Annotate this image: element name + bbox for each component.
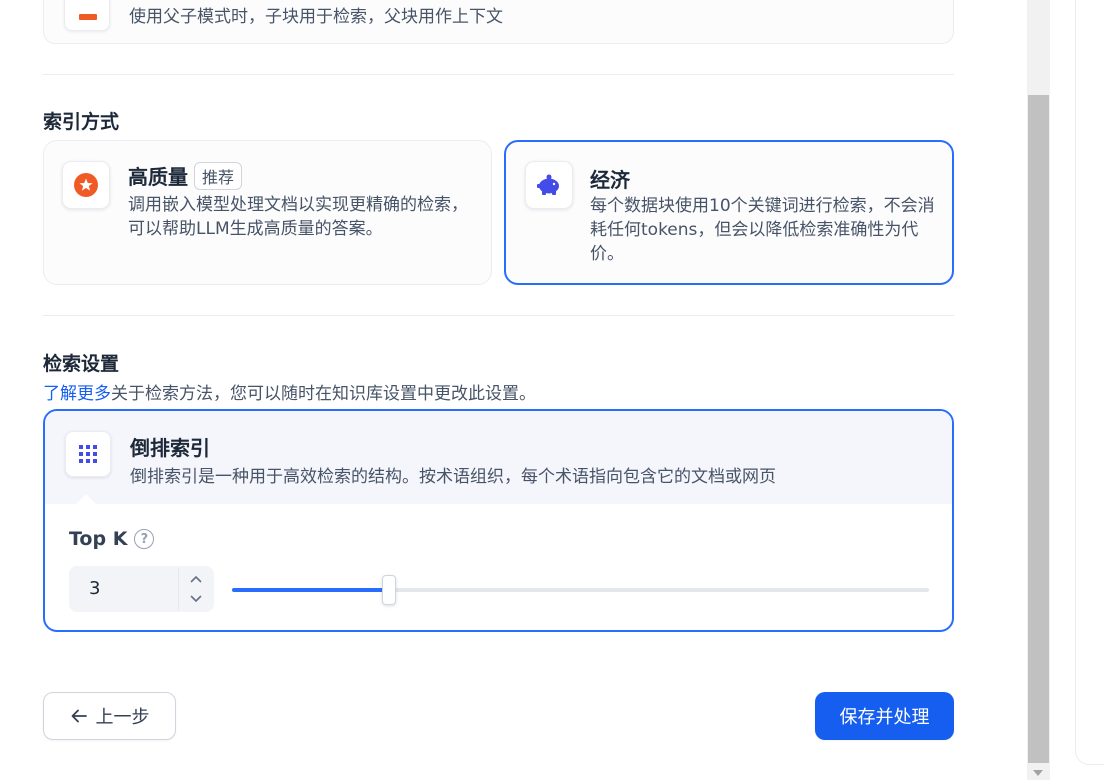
retrieval-help-text: 了解更多关于检索方法，您可以随时在知识库设置中更改此设置。 [43, 379, 536, 404]
option-title: 经济 [590, 168, 630, 192]
top-k-stepper[interactable]: 3 [69, 566, 214, 612]
chevron-up-icon[interactable] [186, 569, 206, 589]
option-description: 每个数据块使用10个关键词进行检索，不会消耗任何tokens，但会以降低检索准确… [590, 196, 935, 264]
scroll-down-arrow-icon[interactable] [1033, 770, 1043, 776]
retrieval-method-description: 倒排索引是一种用于高效检索的结构。按术语组织，每个术语指向包含它的文档或网页 [130, 467, 776, 487]
parent-child-description: 使用父子模式时，子块用于检索，父块用作上下文 [129, 7, 503, 27]
retrieval-method-card[interactable]: 倒排索引 倒排索引是一种用于高效检索的结构。按术语组织，每个术语指向包含它的文档… [43, 409, 954, 632]
option-title: 高质量 [128, 165, 188, 189]
retrieval-settings-title: 检索设置 [43, 353, 120, 375]
parent-child-icon [64, 0, 110, 31]
option-high-quality[interactable]: 高质量 推荐 调用嵌入模型处理文档以实现更精确的检索，可以帮助LLM生成高质量的… [43, 140, 492, 285]
option-economy[interactable]: 经济 每个数据块使用10个关键词进行检索，不会消耗任何tokens，但会以降低检… [504, 140, 954, 285]
learn-more-text: 关于检索方法，您可以随时在知识库设置中更改此设置。 [111, 384, 536, 404]
top-k-value[interactable]: 3 [89, 578, 100, 599]
divider [43, 315, 954, 316]
vertical-scrollbar[interactable] [1027, 0, 1050, 780]
preview-panel [1075, 0, 1104, 765]
retrieval-method-header: 倒排索引 倒排索引是一种用于高效检索的结构。按术语组织，每个术语指向包含它的文档… [45, 411, 952, 504]
star-badge-icon [62, 161, 110, 209]
piggy-bank-icon [525, 161, 573, 209]
previous-step-label: 上一步 [95, 707, 150, 728]
grid-icon [65, 431, 111, 477]
save-and-process-button[interactable]: 保存并处理 [815, 692, 954, 740]
main-panel: 使用父子模式时，子块用于检索，父块用作上下文 索引方式 高质量 推荐 调用嵌入模… [0, 0, 1027, 780]
stepper-divider [178, 568, 179, 610]
top-k-label: Top K [69, 528, 128, 550]
previous-step-button[interactable]: 上一步 [43, 692, 176, 740]
help-icon[interactable]: ? [134, 529, 155, 549]
chevron-down-icon[interactable] [186, 589, 206, 609]
divider [43, 74, 954, 75]
top-k-slider[interactable] [232, 575, 929, 605]
option-description: 调用嵌入模型处理文档以实现更精确的检索，可以帮助LLM生成高质量的答案。 [128, 195, 468, 239]
parent-child-card[interactable]: 使用父子模式时，子块用于检索，父块用作上下文 [43, 0, 954, 44]
slider-thumb[interactable] [382, 575, 396, 605]
index-method-title: 索引方式 [43, 111, 120, 133]
slider-fill [232, 588, 389, 592]
recommended-badge: 推荐 [194, 161, 243, 190]
arrow-left-icon [71, 709, 87, 723]
scrollbar-thumb[interactable] [1028, 95, 1049, 763]
right-panel [1050, 0, 1104, 780]
learn-more-link[interactable]: 了解更多 [43, 384, 111, 404]
retrieval-method-title: 倒排索引 [130, 436, 210, 460]
